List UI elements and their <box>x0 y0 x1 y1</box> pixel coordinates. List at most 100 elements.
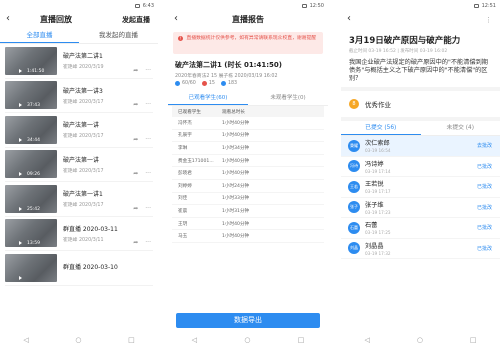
share-icon[interactable]: ➦ <box>133 101 138 108</box>
question-box: 3月19日破产原因与破产能力 截止时间 03-19 16:52 | 发布时间 0… <box>341 28 500 87</box>
comments-stat: 183 <box>220 81 238 86</box>
video-teacher: 崔艳峰 <box>63 168 78 174</box>
video-duration: 34:44 <box>27 137 40 143</box>
student-name: 石蕾 <box>365 222 378 230</box>
video-thumbnail[interactable]: 37:43 <box>5 81 57 110</box>
video-thumbnail[interactable]: 25:42 <box>5 184 57 213</box>
tab-my-live[interactable]: 我发起的直播 <box>79 28 158 43</box>
more-dots-icon[interactable]: ··· <box>145 170 151 177</box>
video-list-item[interactable]: 34:44 破产法第一讲 崔艳峰 2020/3/17 ➦ ··· <box>5 113 153 148</box>
report-info: 2020年春商法2 15 展子栋 2020/03/19 16:02 <box>175 74 278 79</box>
table-row: 李琳 1小时34分钟 <box>172 142 324 155</box>
video-thumbnail[interactable] <box>5 253 57 282</box>
video-list-item[interactable]: 1:41:50 破产法第二讲1 崔艳峰 2020/3/19 ➦ ··· <box>5 44 153 79</box>
submission-item[interactable]: 王若 王若锐 03-19 17:17 已批改 <box>341 177 500 198</box>
grade-status[interactable]: 已批改 <box>477 163 492 170</box>
video-thumbnail[interactable]: 34:44 <box>5 115 57 144</box>
share-icon[interactable]: ➦ <box>133 239 138 246</box>
video-thumbnail[interactable]: 1:41:50 <box>5 46 57 75</box>
avatar: 张子 <box>348 201 360 214</box>
submit-time: 03-19 17:23 <box>365 209 391 215</box>
table-row: 王玥 1小时40分钟 <box>172 218 324 231</box>
video-actions: ➦ ··· <box>133 67 151 74</box>
share-icon[interactable]: ➦ <box>133 136 138 143</box>
more-dots-icon[interactable]: ··· <box>145 67 151 74</box>
avatar: 石蕾 <box>348 221 360 234</box>
tab-watched[interactable]: 已观看学生(60) <box>168 91 248 105</box>
grade-status[interactable]: 已批改 <box>477 204 492 211</box>
student-name: 彭晓君 <box>178 171 192 177</box>
share-icon[interactable]: ➦ <box>133 205 138 212</box>
video-list-item[interactable]: 09:26 破产法第一讲 崔艳峰 2020/3/17 ➦ ··· <box>5 148 153 182</box>
more-icon[interactable]: ⋮ <box>485 16 492 24</box>
submit-time: 03-19 17:14 <box>365 168 391 174</box>
video-title: 群直播 2020-03-11 <box>63 225 118 233</box>
video-date: 2020/3/19 <box>78 65 104 71</box>
submission-item[interactable]: 石蕾 石蕾 03-19 17:25 已批改 <box>341 218 500 239</box>
submission-item[interactable]: 冯诗 冯诗婷 03-19 17:14 已批改 <box>341 157 500 177</box>
comments-value: 183 <box>227 81 238 86</box>
chevron-left-icon[interactable]: ‹ <box>174 13 178 24</box>
grade-status[interactable]: 去批改 <box>477 142 492 149</box>
chevron-left-icon[interactable]: ‹ <box>6 13 10 24</box>
play-icon <box>19 275 22 280</box>
grade-status[interactable]: 已批改 <box>477 245 492 252</box>
start-live-button[interactable]: 发起直播 <box>122 15 150 25</box>
video-list-item[interactable]: 群直播 2020-03-10 <box>5 251 153 286</box>
more-dots-icon[interactable]: ··· <box>145 136 151 143</box>
export-button[interactable]: 数据导出 <box>176 313 320 328</box>
video-list-item[interactable]: 37:43 破产法第一讲3 崔艳峰 2020/3/17 ➦ ··· <box>5 79 153 113</box>
recents-square-icon[interactable]: □ <box>298 336 305 344</box>
more-dots-icon[interactable]: ··· <box>145 239 151 246</box>
submission-item[interactable]: 刘晶 刘晶晶 03-19 17:32 已批改 <box>341 239 500 259</box>
report-meta: 2020年春商法2 15 展子栋 2020/03/19 16:02 <box>175 72 321 79</box>
video-list: 1:41:50 破产法第二讲1 崔艳峰 2020/3/19 ➦ ··· 37:43 破产法第… <box>0 44 158 286</box>
tab-not-submitted[interactable]: 未提交 (4) <box>421 121 500 135</box>
status-bar: 12:50 <box>168 0 328 11</box>
video-teacher: 崔艳峰 <box>63 99 78 105</box>
excellent-homework-entry[interactable]: 8 优秀作业 <box>349 97 492 111</box>
play-icon <box>19 68 22 73</box>
back-triangle-icon[interactable]: ◁ <box>192 336 197 344</box>
home-circle-icon[interactable]: ○ <box>417 336 423 344</box>
tab-all-live[interactable]: 全部直播 <box>0 28 79 43</box>
excellent-label: 优秀作业 <box>365 101 391 109</box>
student-name: 张子维 <box>365 201 384 209</box>
home-circle-icon[interactable]: ○ <box>75 336 81 344</box>
share-icon[interactable]: ➦ <box>133 170 138 177</box>
page-title: 直播报告 <box>232 15 264 24</box>
back-triangle-icon[interactable]: ◁ <box>23 336 28 344</box>
tab-unwatched[interactable]: 未观看学生(0) <box>248 91 328 105</box>
recents-square-icon[interactable]: □ <box>470 336 477 344</box>
back-triangle-icon[interactable]: ◁ <box>364 336 369 344</box>
grade-status[interactable]: 已批改 <box>477 224 492 231</box>
submission-item[interactable]: 秉耀 次仁索郎 03-19 16:54 去批改 <box>341 136 500 157</box>
share-icon[interactable]: ➦ <box>133 67 138 74</box>
recents-square-icon[interactable]: □ <box>128 336 135 344</box>
signal-icon <box>134 3 140 8</box>
submission-item[interactable]: 张子 张子维 03-19 17:23 已批改 <box>341 198 500 218</box>
video-list-item[interactable]: 25:42 破产法第一讲1 崔艳峰 2020/3/17 ➦ ··· <box>5 182 153 217</box>
video-actions: ➦ ··· <box>133 136 151 143</box>
more-dots-icon[interactable]: ··· <box>145 205 151 212</box>
submission-list: 秉耀 次仁索郎 03-19 16:54 去批改 冯诗 冯诗婷 03-19 17:14 已批改王… <box>341 136 500 259</box>
video-thumbnail[interactable]: 09:26 <box>5 150 57 179</box>
tab-submitted[interactable]: 已提交 (56) <box>341 121 421 135</box>
report-stats: 60/60 15 183 <box>175 81 321 86</box>
report-title: 破产法第二讲1 (时长 01:41:50) <box>175 61 282 69</box>
section-gap <box>341 87 500 91</box>
watch-duration: 1小时40分钟 <box>222 120 250 126</box>
warning-icon: ! <box>178 36 183 41</box>
student-name: 李琳 <box>178 145 188 151</box>
video-teacher: 崔艳峰 <box>63 65 78 71</box>
video-thumbnail[interactable]: 13:59 <box>5 219 57 248</box>
grade-status[interactable]: 已批改 <box>477 183 492 190</box>
chevron-left-icon[interactable]: ‹ <box>347 13 351 24</box>
home-circle-icon[interactable]: ○ <box>244 336 250 344</box>
video-list-item[interactable]: 13:59 群直播 2020-03-11 崔艳峰 2020/3/11 ➦ ··· <box>5 217 153 251</box>
submission-info: 王若锐 03-19 17:17 <box>365 179 493 194</box>
homework-meta: 截止时间 03-19 16:52 | 发布时间 03-19 16:02 <box>349 49 448 54</box>
live-replay-screen: 6:43 ‹ 直播回放 发起直播 全部直播 我发起的直播 1:41:50 破产法第… <box>0 0 158 347</box>
more-dots-icon[interactable]: ··· <box>145 101 151 108</box>
system-nav-bar: ◁ ○ □ <box>0 332 158 347</box>
